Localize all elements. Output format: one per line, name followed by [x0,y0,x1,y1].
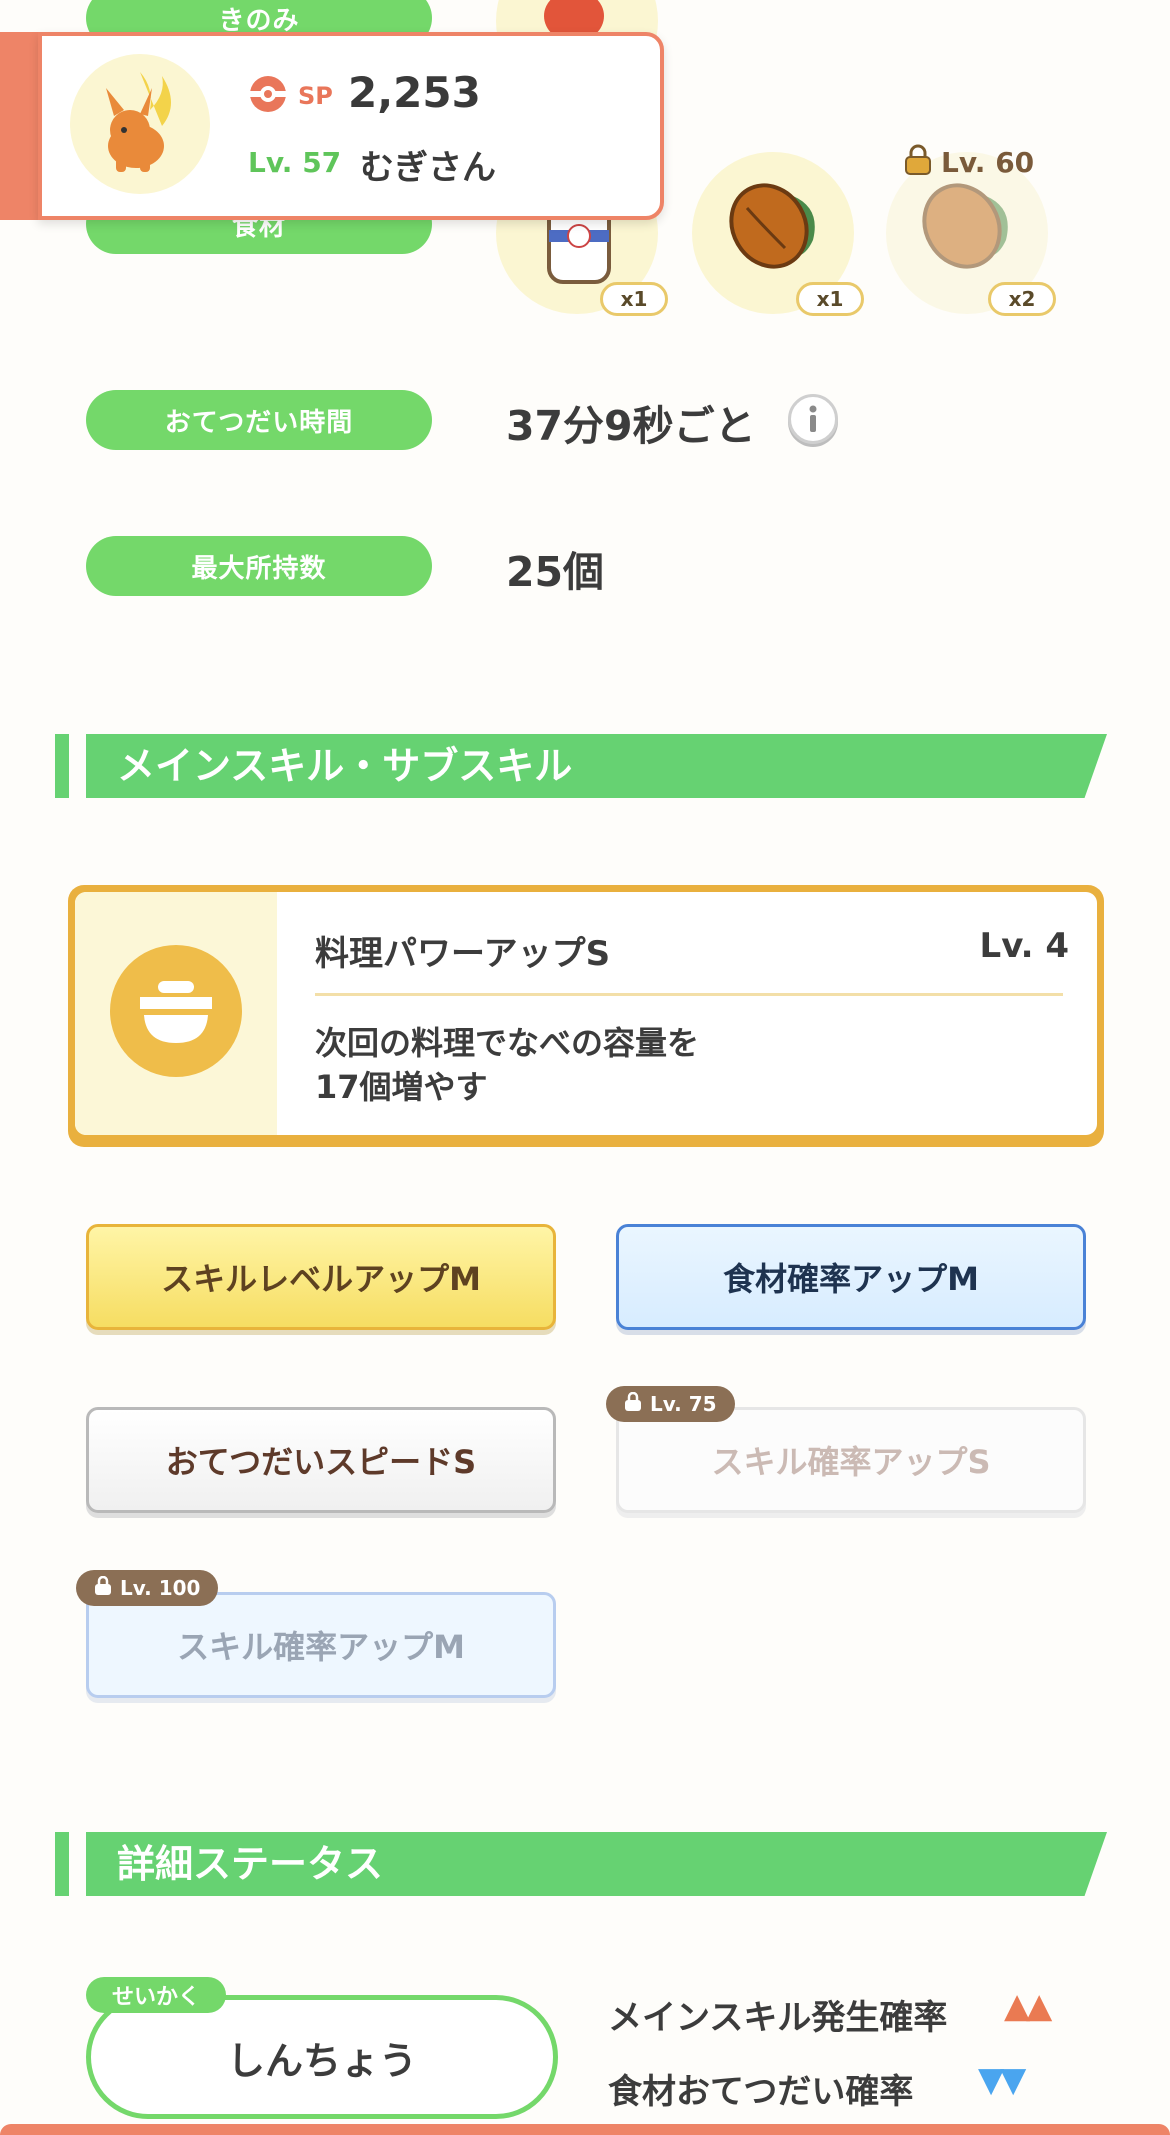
subskill-button[interactable]: おてつだいスピードS [86,1407,556,1513]
subskill-button-locked[interactable]: スキル確率アップS [616,1407,1086,1513]
section-header-skills: メインスキル・サブスキル [55,734,1107,798]
avatar [70,54,210,194]
help-time-label: おてつだい時間 [86,390,432,450]
ingredient-qty: x2 [988,282,1056,316]
section-title: 詳細ステータス [117,1842,384,1886]
ingredient-qty: x1 [796,282,864,316]
nature-up-label: メインスキル発生確率 [608,1998,948,2038]
pokemon-level: Lv. 57 [248,146,342,179]
main-skill-desc-line1: 次回の料理でなべの容量を [315,1024,700,1062]
skill-icon-area [75,892,277,1135]
unlock-level: Lv. 75 [650,1392,717,1416]
subskill-button[interactable]: スキルレベルアップM [86,1224,556,1330]
lock-icon [624,1391,642,1417]
nature-down-label: 食材おてつだい確率 [608,2072,914,2112]
profile-popup[interactable]: SP 2,253 Lv. 57 むぎさん [38,32,664,220]
help-time-value: 37分9秒ごと [506,402,756,450]
ingredient-qty: x1 [600,282,668,316]
subskill-lock-badge: Lv. 100 [76,1570,219,1606]
flareon-icon [106,72,171,172]
up-arrows-icon: ▲▲ [1004,1986,1052,2026]
subskill-button[interactable]: 食材確率アップM [616,1224,1086,1330]
pot-icon [110,945,242,1077]
unlock-level: Lv. 60 [941,145,1035,179]
ingredient-lock: Lv. 60 [903,144,1034,180]
subskill-lock-badge: Lv. 75 [606,1386,735,1422]
pokemon-nickname: むぎさん [360,148,496,188]
section-header-details: 詳細ステータス [55,1832,1107,1896]
cacao-icon [916,178,1020,278]
main-skill-desc-line2: 17個増やす [315,1068,488,1106]
main-skill-level: Lv. 4 [979,926,1069,966]
sp-label: SP [298,82,333,110]
nature-value: しんちょう [86,1995,558,2119]
info-icon[interactable] [788,394,838,444]
pokeball-icon [248,74,288,118]
sp-value: 2,253 [348,68,481,117]
max-carry-value: 25個 [506,548,605,596]
bottom-bar[interactable] [0,2124,1170,2135]
max-carry-label: 最大所持数 [86,536,432,596]
unlock-level: Lv. 100 [120,1576,201,1600]
subskill-button-locked[interactable]: スキル確率アップM [86,1592,556,1698]
lock-icon [903,144,933,180]
down-arrows-icon: ▼▼ [978,2060,1026,2100]
cacao-icon [723,178,827,278]
nature-tag: せいかく [86,1977,227,2013]
section-title: メインスキル・サブスキル [117,744,573,788]
main-skill-name: 料理パワーアップS [315,934,611,974]
divider [315,993,1063,996]
lock-icon [94,1575,112,1601]
main-skill-card[interactable]: 料理パワーアップS Lv. 4 次回の料理でなべの容量を 17個増やす [68,885,1104,1147]
